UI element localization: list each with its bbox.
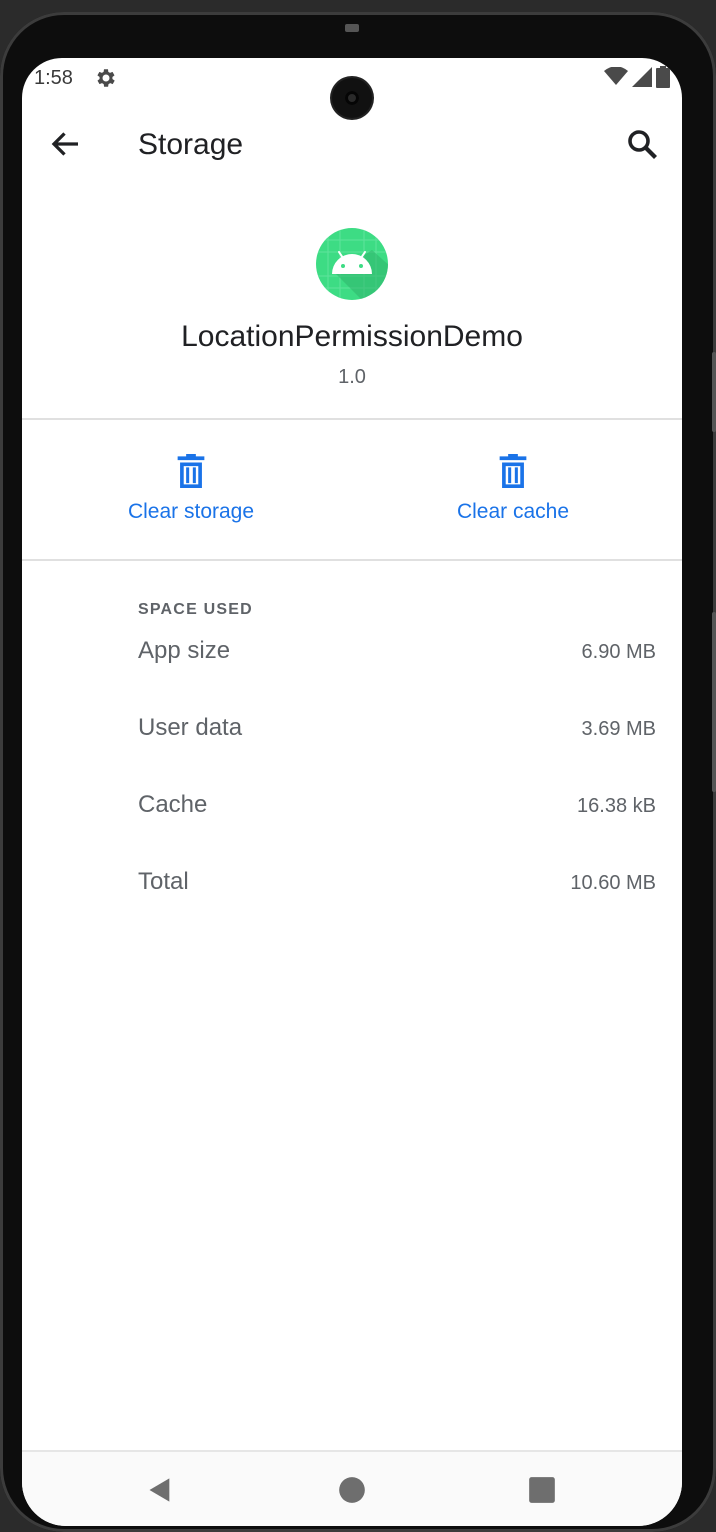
storage-row-cache: Cache 16.38 kB [138,791,656,831]
back-triangle-icon[interactable] [146,1476,174,1504]
app-version: 1.0 [338,366,366,388]
row-label: User data [138,714,243,741]
row-value: 6.90 MB [581,641,656,663]
row-value: 3.69 MB [581,718,656,740]
trash-icon [177,454,205,488]
wifi-icon [604,67,628,85]
arrow-back-icon[interactable] [48,126,84,162]
home-circle-icon[interactable] [338,1476,366,1504]
storage-row-app-size: App size 6.90 MB [138,637,656,677]
android-icon [316,228,388,300]
volume-button [712,352,716,432]
device-top-edge [345,24,359,32]
window-top-strip [0,0,716,12]
storage-row-user-data: User data 3.69 MB [138,714,656,754]
app-name: LocationPermissionDemo [181,320,523,353]
row-label: Total [138,868,189,895]
row-value: 10.60 MB [570,872,656,894]
search-icon[interactable] [624,126,660,162]
clear-cache-label: Clear cache [456,500,570,523]
navigation-bar [22,1450,682,1526]
status-icons [604,66,670,88]
divider [22,559,682,561]
status-time: 1:58 [34,67,73,89]
screen: 1:58 Storage LocationPermissionDemo 1.0 … [22,58,682,1526]
row-value: 16.38 kB [577,795,656,817]
device-frame: 1:58 Storage LocationPermissionDemo 1.0 … [0,12,716,1532]
clear-cache-button[interactable]: Clear cache [348,450,678,554]
row-label: Cache [138,791,208,818]
clear-storage-label: Clear storage [127,500,255,523]
space-used-header: SPACE USED [138,601,253,618]
divider [22,418,682,420]
page-title: Storage [138,128,244,161]
trash-icon [499,454,527,488]
front-camera [332,78,372,118]
toolbar: Storage [22,116,682,172]
clear-storage-button[interactable]: Clear storage [26,450,356,554]
battery-icon [656,66,670,88]
signal-icon [632,67,652,87]
storage-row-total: Total 10.60 MB [138,868,656,908]
row-label: App size [138,637,231,664]
power-button [712,612,716,792]
gear-icon [97,69,115,87]
recents-square-icon[interactable] [528,1476,556,1504]
